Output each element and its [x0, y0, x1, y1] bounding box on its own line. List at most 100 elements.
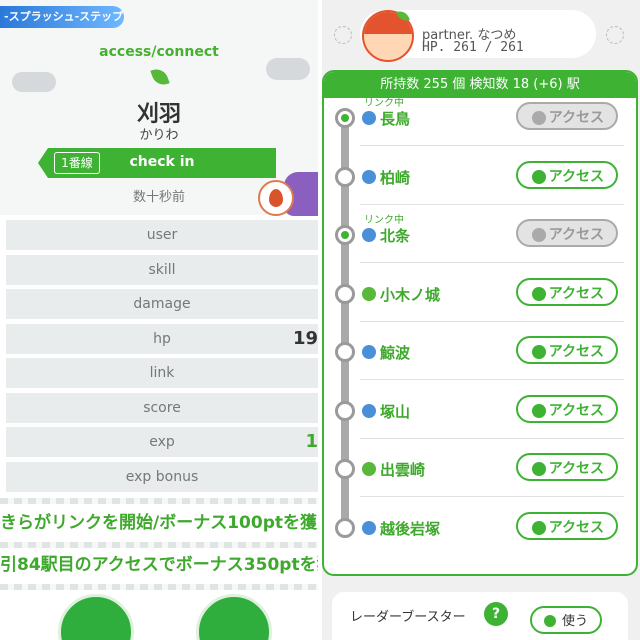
- stat-row-exp-bonus: exp bonus: [6, 461, 318, 492]
- access-button[interactable]: アクセス: [516, 511, 618, 540]
- access-button[interactable]: アクセス: [516, 102, 618, 130]
- station-node: [335, 459, 355, 479]
- access-icon: [532, 111, 546, 125]
- access-button-label: アクセス: [548, 344, 604, 360]
- water-drop-icon: [362, 520, 376, 535]
- access-icon: [532, 286, 546, 301]
- access-button[interactable]: アクセス: [516, 277, 618, 306]
- stat-row-link: link: [6, 358, 318, 388]
- leaf-icon: [544, 615, 556, 627]
- help-icon[interactable]: ?: [484, 602, 508, 626]
- row-divider: [360, 203, 624, 205]
- stat-label: user: [146, 227, 178, 243]
- station-name[interactable]: 鯨波: [380, 342, 410, 363]
- station-node: [335, 517, 355, 538]
- stat-value: 1: [305, 431, 318, 452]
- station-node: [335, 166, 355, 187]
- station-detail-panel: -スプラッシュ-ステップス! access/connect 刈羽 かりわ 1番線…: [0, 0, 318, 640]
- station-list-panel: partner. なつめ HP. 261 / 261 所持数 255 個 検知数…: [322, 0, 640, 640]
- station-node: [335, 400, 355, 421]
- link-status-tag: リンク中: [364, 98, 404, 109]
- cloud-icon: [12, 72, 56, 92]
- booster-label: レーダーブースター: [350, 610, 466, 625]
- station-node: [335, 108, 355, 128]
- stat-row-hp: hp 19: [6, 323, 318, 354]
- line-badge: 1番線: [54, 152, 100, 174]
- access-icon: [532, 228, 546, 242]
- stat-label: link: [149, 365, 175, 381]
- water-drop-icon: [362, 111, 376, 125]
- row-divider: [360, 262, 624, 263]
- event-banner[interactable]: -スプラッシュ-ステップス!: [0, 6, 124, 28]
- water-drop-icon: [362, 345, 376, 359]
- water-drop-icon: [362, 169, 376, 184]
- station-name[interactable]: 長鳥: [380, 108, 410, 129]
- access-button-label: アクセス: [548, 519, 604, 536]
- stat-row-exp: exp 1: [6, 427, 318, 457]
- leaf-icon: [362, 286, 376, 301]
- cloud-icon: [266, 58, 310, 80]
- access-icon: [532, 169, 546, 184]
- access-button-label: アクセス: [548, 461, 604, 477]
- row-divider: [360, 437, 624, 439]
- station-list-card: 所持数 255 個 検知数 18 (+6) 駅 リンク中 長鳥 アクセス 柏崎 アクセス…: [322, 70, 638, 576]
- access-icon: [532, 462, 546, 476]
- station-kana: かりわ: [139, 128, 179, 143]
- leaf-icon: [362, 462, 376, 476]
- stat-label: hp: [153, 330, 171, 347]
- access-button[interactable]: アクセス: [516, 219, 618, 247]
- access-connect-label: access/connect: [99, 44, 219, 60]
- station-name[interactable]: 北条: [380, 225, 410, 246]
- radar-button[interactable]: [196, 594, 272, 640]
- station-name[interactable]: 小木ノ城: [380, 284, 440, 305]
- link-status-tag: リンク中: [364, 215, 404, 226]
- station-name[interactable]: 塚山: [380, 401, 410, 422]
- access-button-label: アクセス: [548, 402, 604, 419]
- stat-label: skill: [148, 261, 176, 278]
- row-divider: [360, 145, 624, 146]
- news-ticker-1: きらがリンクを開始/ボーナス100ptを獲: [0, 506, 318, 540]
- access-icon: [532, 520, 546, 535]
- fire-attribute-icon: [258, 180, 294, 216]
- stat-label: damage: [133, 296, 191, 312]
- news-ticker-2: 引84駅目のアクセスでボーナス350ptを獲: [0, 548, 318, 582]
- row-divider: [360, 320, 624, 322]
- station-name[interactable]: 出雲崎: [380, 459, 425, 480]
- stat-row-damage: damage: [6, 289, 318, 319]
- access-button-label: アクセス: [548, 227, 604, 243]
- access-button-label: アクセス: [548, 110, 604, 126]
- access-icon: [532, 345, 546, 359]
- access-button-label: アクセス: [548, 285, 604, 302]
- check-in-label: check in: [129, 154, 195, 170]
- stat-label: exp: [149, 434, 175, 450]
- station-node: [335, 225, 355, 245]
- access-button[interactable]: アクセス: [516, 336, 618, 364]
- stat-row-skill: skill: [6, 254, 318, 285]
- access-button[interactable]: アクセス: [516, 453, 618, 481]
- water-drop-icon: [362, 403, 376, 418]
- station-name[interactable]: 柏崎: [380, 167, 410, 188]
- train-button[interactable]: [58, 594, 134, 640]
- sparkle-icon: [334, 26, 352, 44]
- access-button[interactable]: アクセス: [516, 160, 618, 189]
- stat-label: score: [143, 399, 181, 416]
- station-name[interactable]: 越後岩塚: [380, 518, 440, 539]
- row-divider: [360, 496, 624, 497]
- partner-hp: HP. 261 / 261: [422, 40, 524, 55]
- station-node: [335, 283, 355, 304]
- stat-value: 19: [292, 327, 318, 349]
- station-node: [335, 342, 355, 362]
- sparkle-icon: [606, 26, 624, 44]
- water-drop-icon: [362, 228, 376, 242]
- divider: [0, 584, 318, 590]
- stat-row-user: user: [6, 220, 318, 250]
- access-button[interactable]: アクセス: [516, 394, 618, 423]
- access-icon: [532, 403, 546, 418]
- stat-row-score: score: [6, 392, 318, 423]
- access-button-label: アクセス: [548, 168, 604, 185]
- stat-label: exp bonus: [125, 468, 199, 485]
- use-button-label: 使う: [561, 614, 588, 629]
- use-button[interactable]: 使う: [530, 606, 602, 634]
- row-divider: [360, 379, 624, 380]
- divider: [0, 498, 318, 504]
